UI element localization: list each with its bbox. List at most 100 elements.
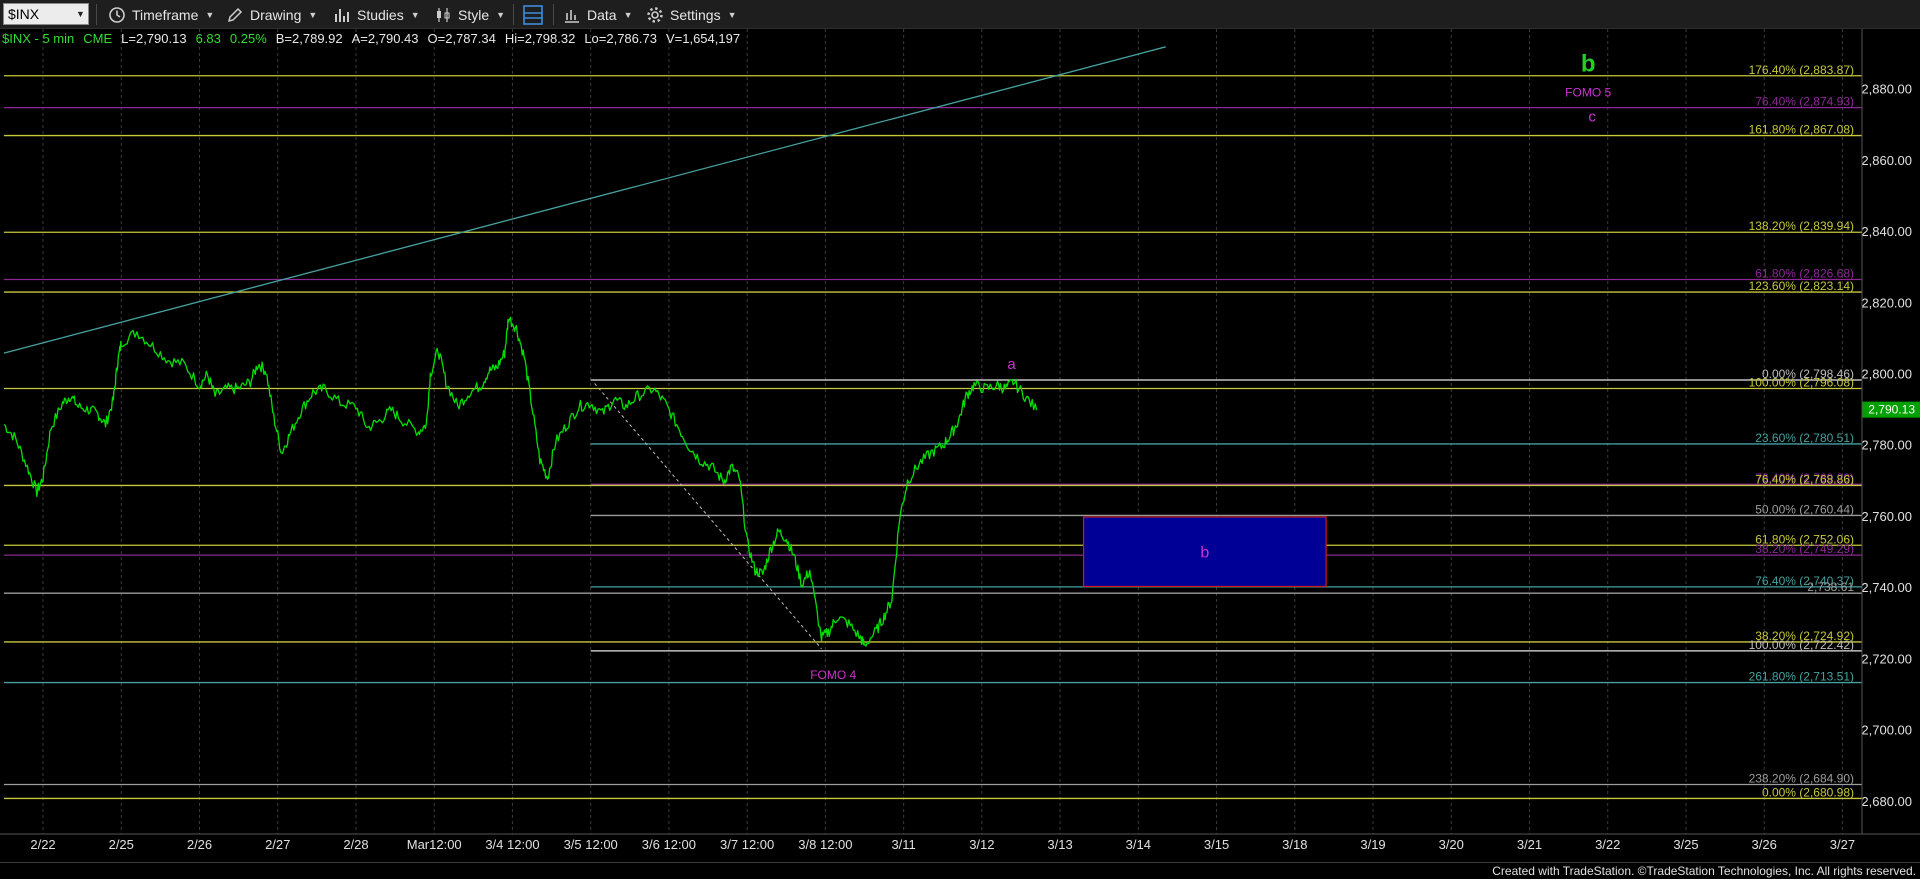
x-tick-label: 3/20 [1439, 837, 1464, 852]
data-label: Data [587, 6, 617, 23]
fib-level-label: 50.00% (2,760.44) [1755, 502, 1854, 516]
y-tick-label: 2,740.00 [1861, 580, 1912, 595]
fib-level-label: 23.60% (2,780.51) [1755, 431, 1854, 445]
x-tick-label: 3/6 12:00 [642, 837, 696, 852]
x-tick-label: 2/25 [109, 837, 134, 852]
layout-button[interactable] [522, 0, 544, 29]
x-tick-label: 3/21 [1517, 837, 1542, 852]
fib-level-label: 138.20% (2,839.94) [1749, 219, 1854, 233]
high-price: Hi=2,798.32 [504, 31, 576, 46]
x-tick-label: 3/18 [1282, 837, 1307, 852]
chevron-down-icon: ▼ [205, 9, 215, 20]
fib-level-label: 76.40% (2,768.86) [1755, 472, 1854, 486]
y-tick-label: 2,840.00 [1861, 224, 1912, 239]
open-price: O=2,787.34 [427, 31, 496, 46]
fib-level-label: 100.00% (2,796.08) [1749, 375, 1854, 389]
x-tick-label: 2/27 [265, 837, 290, 852]
net-change: 6.83 [195, 31, 221, 46]
fib-level-label: 123.60% (2,823.14) [1749, 279, 1854, 293]
timeframe-label: Timeframe [132, 6, 199, 23]
timeframe-button[interactable]: Timeframe ▼ [108, 0, 214, 29]
drawing-label: Drawing [250, 6, 302, 23]
chevron-down-icon: ▼ [308, 9, 318, 20]
candlestick-icon [437, 7, 450, 22]
y-tick-label: 2,780.00 [1861, 438, 1912, 453]
low-price: Lo=2,786.73 [584, 31, 657, 46]
layout-icon [523, 4, 543, 25]
fib-level-label: 161.80% (2,867.08) [1749, 123, 1854, 137]
studies-label: Studies [357, 6, 404, 23]
chevron-down-icon[interactable]: ▼ [76, 9, 85, 19]
y-tick-label: 2,680.00 [1861, 794, 1912, 809]
data-button[interactable]: Data ▼ [563, 0, 633, 29]
x-tick-label: 3/5 12:00 [564, 837, 618, 852]
x-tick-label: 3/12 [969, 837, 994, 852]
y-tick-label: 2,800.00 [1861, 367, 1912, 382]
target-zones[interactable]: b [1082, 516, 1327, 588]
x-tick-label: 3/7 12:00 [720, 837, 774, 852]
x-tick-label: 3/13 [1047, 837, 1072, 852]
gear-icon [647, 6, 663, 23]
settings-label: Settings [670, 6, 721, 23]
bar-chart-icon [335, 8, 349, 22]
bid-price: B=2,789.92 [275, 31, 343, 46]
x-tick-label: Mar12:00 [407, 837, 462, 852]
wave-label: c [1588, 109, 1596, 126]
x-tick-label: 3/22 [1595, 837, 1620, 852]
y-tick-label: 2,880.00 [1861, 82, 1912, 97]
x-tick-label: 3/15 [1204, 837, 1229, 852]
x-tick-label: 3/11 [891, 837, 915, 852]
copyright-footer: Created with TradeStation. ©TradeStation… [1492, 864, 1916, 878]
chevron-down-icon: ▼ [410, 9, 420, 20]
x-tick-label: 3/8 12:00 [798, 837, 852, 852]
symbol-input[interactable] [4, 4, 72, 24]
wave-label: b [1581, 51, 1596, 78]
symbol-selector[interactable]: ▼ [3, 3, 89, 25]
y-tick-label: 2,760.00 [1861, 509, 1912, 524]
chevron-down-icon: ▼ [623, 9, 633, 20]
x-tick-label: 2/22 [30, 837, 55, 852]
wave-label: FOMO 5 [1565, 86, 1611, 100]
toolbar-divider [553, 4, 554, 25]
exchange: CME [83, 31, 113, 46]
x-tick-label: 3/19 [1360, 837, 1385, 852]
wave-label: FOMO 4 [810, 668, 856, 682]
y-tick-label: 2,860.00 [1861, 153, 1912, 168]
x-tick-label: 3/27 [1830, 837, 1855, 852]
volume: V=1,654,197 [665, 31, 741, 46]
fib-level-label: 176.40% (2,883.87) [1749, 63, 1854, 77]
studies-button[interactable]: Studies ▼ [333, 0, 420, 29]
y-tick-label: 2,720.00 [1861, 651, 1912, 666]
y-tick-label: 2,820.00 [1861, 295, 1912, 310]
style-label: Style [458, 6, 490, 23]
x-tick-label: 3/25 [1673, 837, 1698, 852]
style-button[interactable]: Style ▼ [434, 0, 505, 29]
x-tick-label: 3/26 [1752, 837, 1777, 852]
percent-change: 0.25% [229, 31, 267, 46]
last-price-label: 2,790.13 [1868, 403, 1915, 417]
fib-level-label: 238.20% (2,684.90) [1749, 771, 1854, 785]
pencil-icon [227, 7, 243, 22]
y-tick-label: 2,700.00 [1861, 723, 1912, 738]
fib-level-label: 0.00% (2,680.98) [1762, 785, 1854, 799]
chevron-down-icon: ▼ [727, 9, 737, 20]
ask-price: A=2,790.43 [351, 31, 419, 46]
fib-level-label: 2,738.61 [1807, 580, 1854, 594]
x-tick-label: 2/28 [343, 837, 368, 852]
fib-level-label: 100.00% (2,722.42) [1749, 638, 1854, 652]
last-price: L=2,790.13 [121, 31, 187, 46]
x-tick-label: 3/4 12:00 [485, 837, 539, 852]
drawing-button[interactable]: Drawing ▼ [226, 0, 317, 29]
price-chart[interactable]: b b FOMO 5 c a FOMO 4 176.40% (2,883.87) 76.4… [0, 0, 1920, 879]
toolbar-divider [96, 4, 97, 25]
symbol-interval: $INX - 5 min [2, 31, 75, 46]
fib-level-label: 76.40% (2,874.93) [1755, 95, 1854, 109]
fib-level-label: 38.20% (2,749.29) [1755, 542, 1854, 556]
chevron-down-icon: ▼ [496, 9, 506, 20]
settings-button[interactable]: Settings ▼ [646, 0, 737, 29]
chart-toolbar: ▼ Timeframe ▼ Drawing ▼ Studies ▼ Style ▼ Da… [0, 0, 1920, 29]
fib-level-label: 261.80% (2,713.51) [1749, 670, 1854, 684]
x-tick-label: 3/14 [1126, 837, 1151, 852]
toolbar-divider [513, 4, 514, 25]
zone-label: b [1200, 545, 1209, 562]
